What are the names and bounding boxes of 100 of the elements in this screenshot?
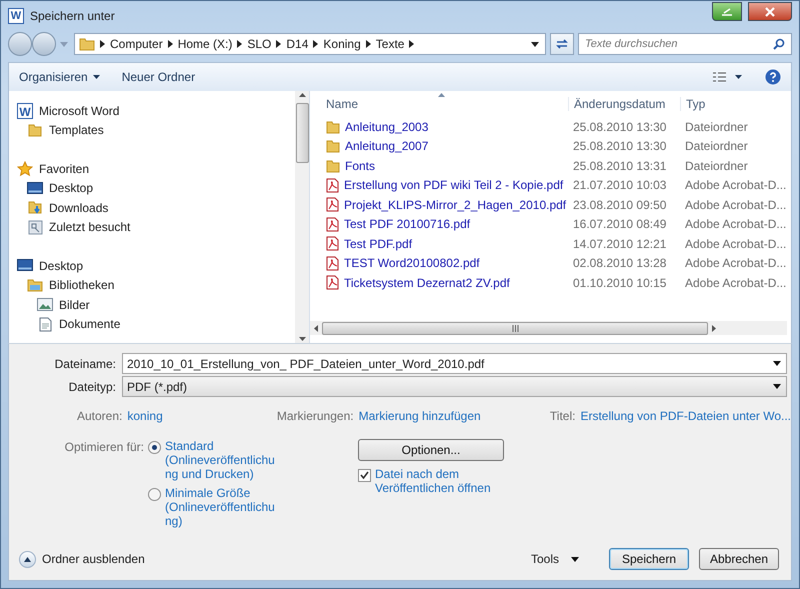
checkbox-label[interactable]: Datei nach dem Veröffentlichen öffnen: [375, 467, 505, 495]
sort-arrow-icon: [438, 93, 445, 97]
type-cell-text: Adobe Acrobat-D...: [684, 236, 788, 251]
caret-icon: [92, 75, 100, 79]
minimize-button[interactable]: [712, 2, 742, 21]
scroll-up-arrow-icon[interactable]: [298, 93, 306, 97]
recent-places-icon: [27, 220, 43, 235]
minimize-icon: [721, 8, 733, 16]
horizontal-scrollbar[interactable]: [310, 321, 787, 335]
refresh-icon: [555, 38, 569, 50]
breadcrumb-item[interactable]: Texte: [376, 37, 404, 51]
metadata-value-link[interactable]: koning: [127, 409, 163, 423]
radio-label[interactable]: Minimale Größe (Onlineveröffentlichung): [165, 486, 281, 528]
save-button[interactable]: Speichern: [609, 548, 689, 570]
nav-item[interactable]: Templates: [9, 120, 295, 140]
nav-item[interactable]: Dokumente: [9, 314, 295, 334]
pdf-file-icon: [326, 236, 339, 252]
column-header[interactable]: Typ: [680, 97, 790, 111]
date-cell-text: 23.08.2010 09:50: [572, 198, 668, 212]
file-name-cell[interactable]: Ticketsystem Dezernat2 ZV.pdf: [326, 275, 568, 290]
filename-field[interactable]: 2010_10_01_Erstellung_von_ PDF_Dateien_unter_Word_2010.pdf: [122, 353, 787, 374]
close-icon: [764, 6, 776, 16]
file-name-cell[interactable]: Erstellung von PDF wiki Teil 2 - Kopie.pdf: [326, 178, 568, 193]
metadata-value-link[interactable]: Markierung hinzufügen: [358, 409, 481, 423]
search-field[interactable]: Texte durchsuchen: [578, 33, 792, 55]
date-cell-text: 25.08.2010 13:31: [572, 158, 668, 173]
file-name-cell[interactable]: Fonts: [326, 158, 568, 173]
document-icon: [37, 316, 53, 332]
cancel-button[interactable]: Abbrechen: [699, 548, 779, 570]
nav-item[interactable]: Bilder: [9, 295, 295, 314]
nav-item[interactable]: Favoriten: [9, 159, 295, 178]
type-cell-text: Adobe Acrobat-D...: [684, 217, 788, 232]
chevron-icon: [276, 40, 282, 48]
library-folder-icon: [27, 278, 43, 292]
pdf-file-icon: [326, 216, 339, 232]
organize-menu-button[interactable]: Organisieren: [19, 70, 100, 84]
type-cell-text: Dateiordner: [684, 120, 749, 134]
monitor-icon: [17, 259, 33, 272]
star-icon: [17, 160, 33, 177]
file-name-cell[interactable]: Test PDF 20100716.pdf: [326, 216, 568, 232]
file-name-cell[interactable]: Anleitung_2007: [326, 139, 568, 154]
breadcrumb-item[interactable]: Home (X:): [178, 37, 232, 51]
search-icon: [773, 38, 785, 50]
view-options-button[interactable]: [713, 70, 743, 84]
column-header[interactable]: Name: [326, 97, 568, 111]
address-bar[interactable]: Computer Home (X:) SLO D14 Koning Texte: [74, 33, 546, 55]
nav-item[interactable]: Zuletzt besucht: [9, 218, 295, 237]
tools-menu-button[interactable]: Tools: [524, 551, 585, 567]
checkbox[interactable]: [358, 469, 371, 482]
type-cell-text: Dateiordner: [684, 158, 749, 173]
date-cell-text: 25.08.2010 13:30: [572, 139, 668, 154]
caret-icon: [571, 556, 579, 562]
breadcrumb-item[interactable]: D14: [286, 37, 308, 51]
scrollbar-thumb[interactable]: [322, 322, 708, 334]
date-cell-text: 25.08.2010 13:30: [572, 120, 668, 134]
nav-item[interactable]: Desktop: [9, 256, 295, 276]
chevron-icon: [168, 40, 173, 48]
nav-item[interactable]: Bibliotheken: [9, 276, 295, 295]
file-name-cell[interactable]: TEST Word20100802.pdf: [326, 256, 568, 271]
folder-icon: [326, 120, 340, 134]
scrollbar-thumb[interactable]: [296, 103, 308, 163]
folder-icon: [326, 139, 340, 154]
type-cell-text: Adobe Acrobat-D...: [684, 276, 788, 290]
file-type-dropdown[interactable]: PDF (*.pdf): [122, 376, 787, 397]
folder-icon: [27, 123, 43, 138]
caret-icon[interactable]: [531, 42, 539, 46]
file-name-cell[interactable]: Projekt_KLIPS-Mirror_2_Hagen_2010.pdf: [326, 197, 568, 212]
radio-button[interactable]: [148, 488, 161, 501]
hide-folders-button[interactable]: Ordner ausblenden: [19, 550, 145, 568]
help-icon[interactable]: [765, 69, 781, 85]
field-label: Dateiname:: [54, 356, 117, 370]
date-cell-text: 21.07.2010 10:03: [572, 178, 668, 192]
metadata-value-link[interactable]: Erstellung von PDF-Dateien unter Wo...: [580, 409, 791, 423]
monitor-icon: [27, 182, 43, 195]
download-folder-icon: [27, 200, 43, 216]
refresh-button[interactable]: [550, 33, 574, 55]
column-header[interactable]: Änderungsdatum: [568, 97, 680, 111]
file-name-cell[interactable]: Anleitung_2003: [326, 120, 568, 134]
file-name-cell[interactable]: Test PDF.pdf: [326, 236, 568, 252]
chevron-icon: [237, 40, 242, 48]
vertical-scrollbar[interactable]: [295, 91, 309, 343]
radio-label[interactable]: Standard (Onlineveröffentlichung und Drucken): [165, 439, 281, 481]
optimize-label: Optimieren für:: [64, 439, 145, 456]
breadcrumb-item[interactable]: Koning: [323, 37, 361, 51]
new-folder-button[interactable]: Neuer Ordner: [122, 70, 196, 84]
breadcrumb-item[interactable]: Computer: [110, 37, 163, 51]
scroll-right-arrow-icon[interactable]: [712, 324, 716, 332]
options-button[interactable]: Optionen...: [358, 439, 504, 461]
nav-item[interactable]: Desktop: [9, 178, 295, 198]
nav-item[interactable]: W Microsoft Word: [9, 101, 295, 120]
scroll-left-arrow-icon[interactable]: [314, 324, 318, 332]
caret-icon: [773, 361, 781, 366]
date-cell-text: 16.07.2010 08:49: [572, 217, 668, 232]
nav-item[interactable]: Downloads: [9, 198, 295, 218]
scroll-down-arrow-icon[interactable]: [298, 337, 306, 341]
radio-button[interactable]: [148, 441, 161, 454]
chevron-icon: [313, 40, 318, 48]
breadcrumb-item[interactable]: SLO: [247, 37, 272, 51]
close-button[interactable]: [748, 2, 792, 21]
metadata-label: Autoren:: [77, 409, 122, 423]
